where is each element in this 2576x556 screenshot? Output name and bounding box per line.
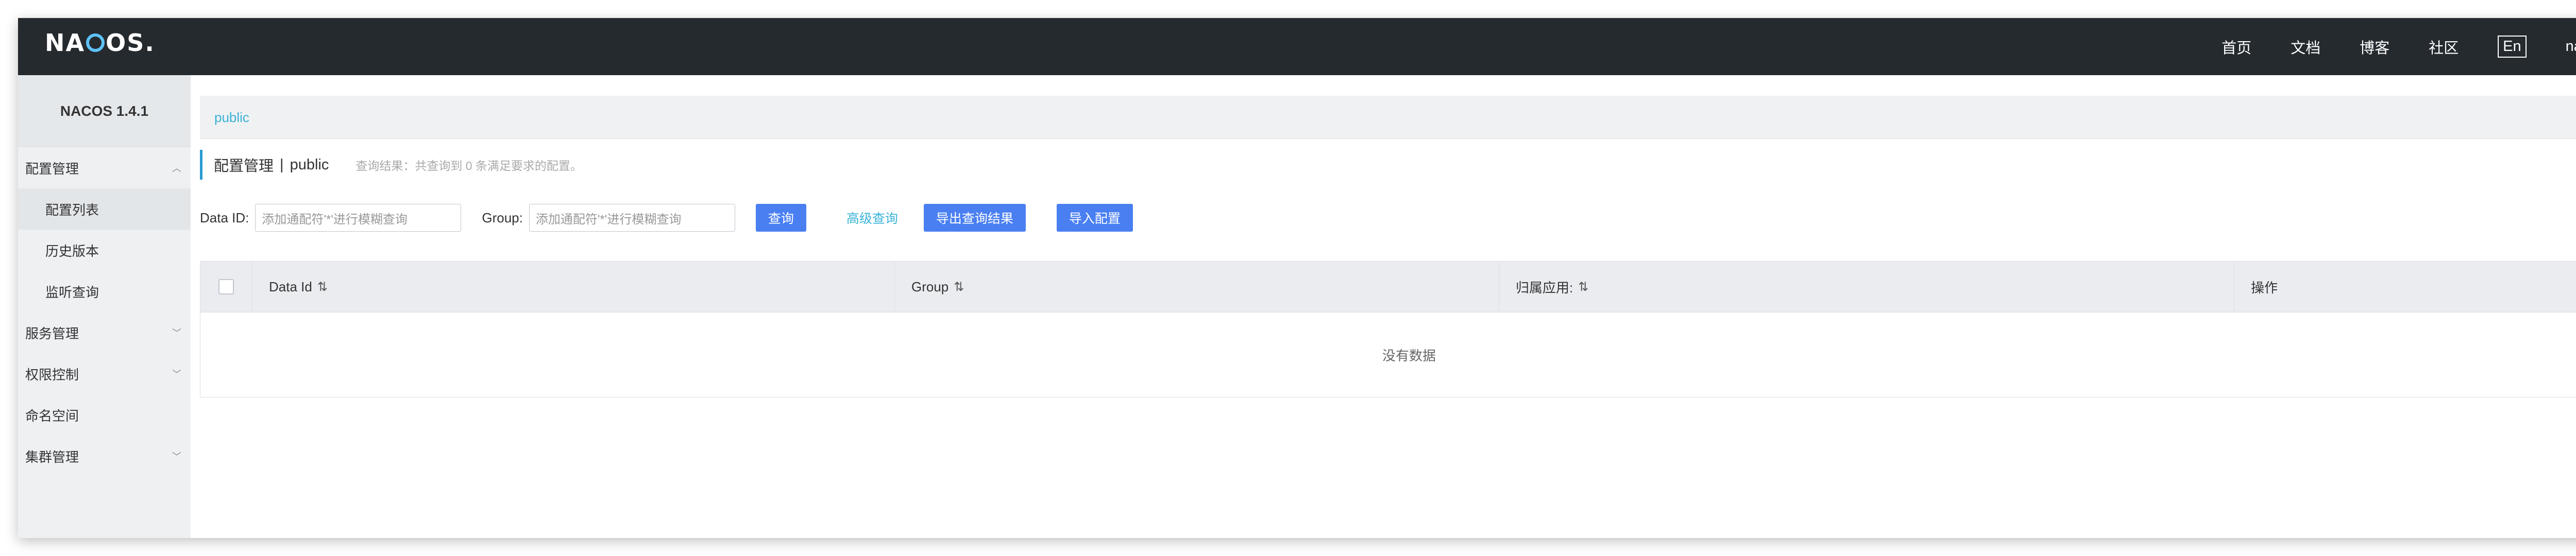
sidebar-item-namespace[interactable]: 命名空间 — [18, 394, 191, 436]
sort-arrows-icon[interactable]: ⇅ — [317, 280, 328, 294]
sidebar-group-label: 权限控制 — [25, 367, 79, 383]
chevron-down-icon: ﹀ — [172, 328, 181, 338]
sidebar-item-config-list[interactable]: 配置列表 — [18, 188, 191, 230]
namespace-tab-public[interactable]: public — [214, 110, 249, 126]
browser-window: NA OS. 首页 文档 博客 社区 En nacos NACOS 1.4.1 配… — [18, 18, 2576, 538]
page-title-namespace: public — [290, 156, 329, 173]
group-label: Group: — [482, 210, 523, 225]
nav-home[interactable]: 首页 — [2222, 36, 2251, 58]
config-table: Data Id ⇅ Group ⇅ 归属应用: ⇅ 操作 没有数据 — [200, 261, 2576, 397]
version-label: NACOS 1.4.1 — [18, 75, 191, 147]
column-label: 归属应用: — [1516, 280, 1573, 296]
import-config-button[interactable]: 导入配置 — [1056, 204, 1133, 232]
sidebar: NACOS 1.4.1 配置管理 ︿ 配置列表 历史版本 监听查询 服务管理 ﹀… — [18, 75, 191, 538]
sidebar-group-cluster[interactable]: 集群管理 ﹀ — [18, 436, 191, 477]
chevron-down-icon: ﹀ — [172, 451, 181, 462]
nacos-logo[interactable]: NA OS. — [45, 28, 155, 57]
table-empty-state: 没有数据 — [200, 312, 2576, 397]
sidebar-group-label: 配置管理 — [25, 161, 79, 177]
export-results-button[interactable]: 导出查询结果 — [923, 204, 1026, 232]
dataid-input[interactable]: 添加通配符'*'进行模糊查询 — [255, 204, 462, 232]
column-app[interactable]: 归属应用: ⇅ — [1499, 262, 2234, 312]
advanced-query-link[interactable]: 高级查询 — [846, 208, 898, 227]
sidebar-group-auth[interactable]: 权限控制 ﹀ — [18, 353, 191, 394]
logo-text-left: NA — [45, 29, 86, 57]
page-title-main: 配置管理 — [214, 158, 274, 175]
sidebar-group-config[interactable]: 配置管理 ︿ — [18, 147, 191, 188]
chevron-down-icon: ﹀ — [172, 369, 181, 379]
language-toggle[interactable]: En — [2498, 35, 2527, 58]
nav-community[interactable]: 社区 — [2429, 36, 2459, 58]
nav-docs[interactable]: 文档 — [2291, 36, 2320, 58]
logo-ring-icon — [86, 33, 105, 52]
nav-blog[interactable]: 博客 — [2360, 36, 2389, 58]
query-result-hint: 查询结果：共查询到 0 条满足要求的配置。 — [355, 159, 582, 172]
logo-text-right: OS. — [106, 29, 155, 57]
page-title: 配置管理 | public 查询结果：共查询到 0 条满足要求的配置。 — [200, 150, 582, 180]
select-all-checkbox[interactable] — [218, 279, 234, 294]
column-actions: 操作 — [2234, 262, 2576, 312]
dataid-label: Data ID: — [200, 210, 249, 225]
column-label: 操作 — [2251, 280, 2278, 296]
select-all-cell — [200, 262, 252, 312]
main-content: public 配置管理 | public 查询结果：共查询到 0 条满足要求的配… — [191, 75, 2576, 538]
top-navbar: NA OS. 首页 文档 博客 社区 En nacos — [18, 18, 2576, 75]
sort-arrows-icon[interactable]: ⇅ — [1578, 280, 1588, 294]
column-label: Group — [911, 279, 949, 294]
table-header: Data Id ⇅ Group ⇅ 归属应用: ⇅ 操作 — [200, 262, 2576, 312]
title-separator: | — [280, 156, 284, 173]
sidebar-menu: 配置管理 ︿ 配置列表 历史版本 监听查询 服务管理 ﹀ 权限控制 ﹀ 命名空间… — [18, 147, 191, 477]
sort-arrows-icon[interactable]: ⇅ — [954, 280, 964, 294]
sidebar-group-label: 集群管理 — [25, 449, 79, 465]
sidebar-item-history[interactable]: 历史版本 — [18, 230, 191, 271]
sidebar-group-label: 服务管理 — [25, 325, 79, 341]
top-nav-links: 首页 文档 博客 社区 En nacos — [2182, 18, 2576, 75]
filter-bar: Data ID: 添加通配符'*'进行模糊查询 Group: 添加通配符'*'进… — [200, 203, 1133, 233]
empty-message: 没有数据 — [1382, 348, 1436, 363]
group-input[interactable]: 添加通配符'*'进行模糊查询 — [529, 204, 735, 232]
sidebar-item-listener[interactable]: 监听查询 — [18, 271, 191, 312]
sidebar-group-label: 命名空间 — [25, 408, 79, 424]
user-menu[interactable]: nacos — [2566, 38, 2576, 55]
namespace-bar: public — [200, 96, 2576, 139]
column-dataid[interactable]: Data Id ⇅ — [252, 262, 895, 312]
column-label: Data Id — [269, 279, 312, 294]
query-button[interactable]: 查询 — [755, 204, 806, 232]
column-group[interactable]: Group ⇅ — [895, 262, 1499, 312]
sidebar-group-service[interactable]: 服务管理 ﹀ — [18, 312, 191, 353]
chevron-up-icon: ︿ — [172, 163, 181, 173]
